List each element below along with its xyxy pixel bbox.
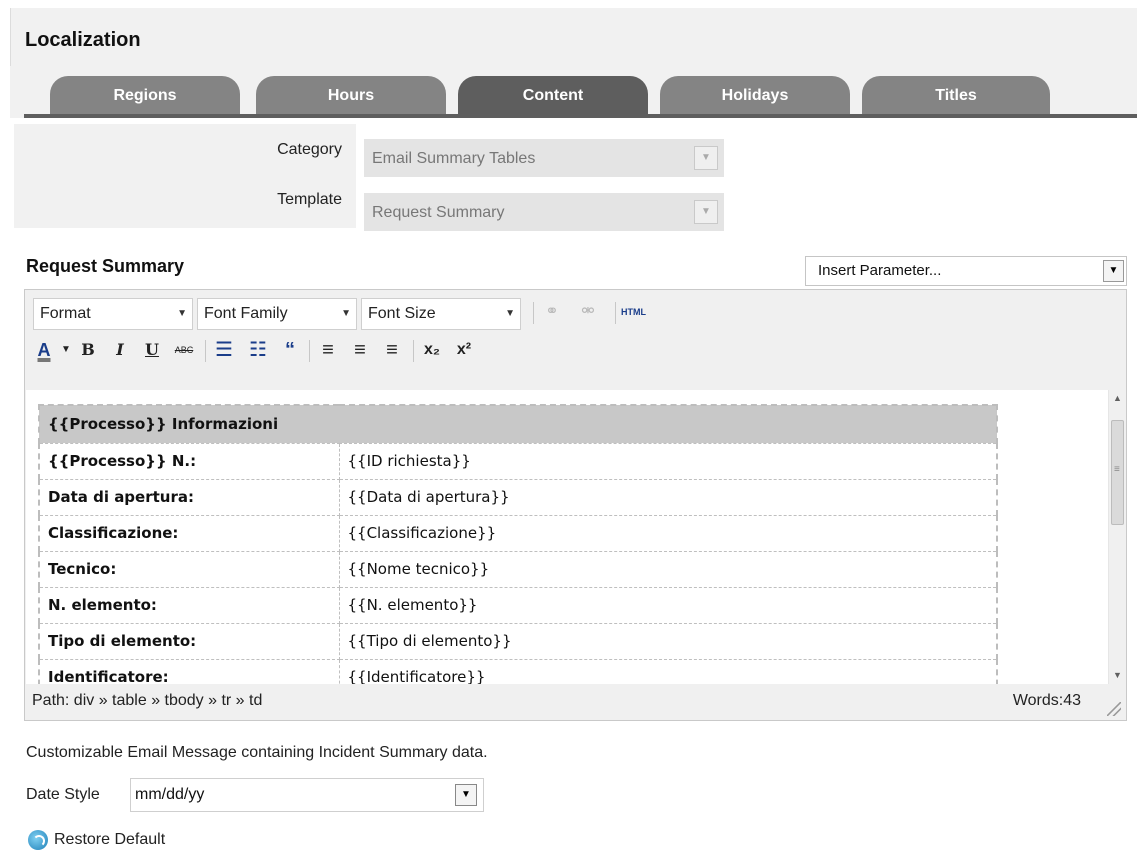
row-value[interactable]: {{ID richiesta}} [338, 442, 998, 480]
toolbar-separator [413, 340, 414, 362]
scroll-up-icon[interactable]: ▲ [1109, 390, 1125, 407]
strikethrough-icon[interactable]: ABC [173, 336, 195, 364]
row-label[interactable]: Tipo di elemento: [38, 622, 340, 660]
table-row: Tipo di elemento: {{Tipo di elemento}} [38, 622, 998, 660]
chevron-down-icon: ▼ [455, 784, 477, 806]
align-center-icon[interactable]: ≡ [349, 336, 371, 364]
toolbar-separator [205, 340, 206, 362]
superscript-icon[interactable]: x² [453, 336, 475, 364]
tab-holidays[interactable]: Holidays [660, 76, 850, 114]
toolbar-separator [615, 302, 616, 324]
editor-toolbar-row-2: A ▼ B I U ABC ☰ ☷ “ ≡ ≡ ≡ x₂ x² [33, 328, 1123, 364]
row-label[interactable]: Data di apertura: [38, 478, 340, 516]
tab-bar: Regions Hours Content Holidays Titles [10, 66, 1137, 118]
tab-regions[interactable]: Regions [50, 76, 240, 114]
link-icon[interactable]: ⚭ [541, 298, 563, 326]
row-label[interactable]: Tecnico: [38, 550, 340, 588]
template-select[interactable]: Request Summary ▼ [364, 193, 724, 231]
format-dropdown-label: Format [40, 305, 91, 322]
restore-default-label: Restore Default [54, 831, 166, 849]
rich-text-editor: Format ▼ Font Family ▼ Font Size ▼ ⚭ ⚮ H… [24, 289, 1127, 721]
table-row: Data di apertura: {{Data di apertura}} [38, 478, 998, 516]
underline-icon[interactable]: U [141, 336, 163, 364]
numbered-list-icon[interactable]: ☷ [247, 336, 269, 364]
editor-toolbar-row-1: Format ▼ Font Family ▼ Font Size ▼ ⚭ ⚮ H… [33, 290, 1123, 330]
tab-underline [24, 114, 1137, 118]
chevron-down-icon: ▼ [694, 200, 718, 224]
section-title: Request Summary [26, 256, 185, 276]
date-style-select[interactable]: mm/dd/yy ▼ [130, 778, 484, 812]
insert-parameter-select[interactable]: Insert Parameter... ▼ [805, 256, 1127, 286]
bold-icon[interactable]: B [77, 336, 99, 364]
tab-hours[interactable]: Hours [256, 76, 446, 114]
date-style-value: mm/dd/yy [135, 786, 205, 803]
row-value[interactable]: {{Nome tecnico}} [338, 550, 998, 588]
table-row: N. elemento: {{N. elemento}} [38, 586, 998, 624]
toolbar-separator [533, 302, 534, 324]
row-label[interactable]: Classificazione: [38, 514, 340, 552]
chevron-down-icon: ▼ [1103, 260, 1124, 282]
category-label: Category [277, 141, 342, 158]
editor-scrollbar[interactable]: ▲ ≡ ▼ [1108, 390, 1125, 684]
resize-handle-icon[interactable] [1107, 702, 1121, 716]
caret-down-icon: ▼ [177, 308, 187, 319]
tab-titles[interactable]: Titles [862, 76, 1050, 114]
summary-table: {{Processo}} Informazioni {{Processo}} N… [38, 404, 998, 684]
subscript-icon[interactable]: x₂ [421, 336, 443, 364]
category-select[interactable]: Email Summary Tables ▼ [364, 139, 724, 177]
template-select-value: Request Summary [372, 204, 505, 221]
table-row: Identificatore: {{Identificatore}} [38, 658, 998, 684]
scroll-down-icon[interactable]: ▼ [1109, 667, 1125, 684]
row-label[interactable]: {{Processo}} N.: [38, 442, 340, 480]
editor-content-area[interactable]: {{Processo}} Informazioni {{Processo}} N… [26, 390, 1125, 684]
table-header-row: {{Processo}} Informazioni [38, 404, 998, 444]
font-family-dropdown[interactable]: Font Family ▼ [197, 298, 357, 330]
scroll-thumb[interactable]: ≡ [1111, 420, 1124, 525]
align-right-icon[interactable]: ≡ [381, 336, 403, 364]
font-size-dropdown[interactable]: Font Size ▼ [361, 298, 521, 330]
date-style-label: Date Style [26, 786, 100, 803]
row-value[interactable]: {{Data di apertura}} [338, 478, 998, 516]
editor-status-bar: Path: div » table » tbody » tr » td Word… [26, 684, 1125, 720]
row-value[interactable]: {{Identificatore}} [338, 658, 998, 684]
restore-default-button[interactable]: Restore Default [28, 830, 165, 850]
table-row: Classificazione: {{Classificazione}} [38, 514, 998, 552]
table-header-cell[interactable]: {{Processo}} Informazioni [38, 404, 998, 444]
element-path: Path: div » table » tbody » tr » td [32, 692, 263, 709]
tab-content[interactable]: Content [458, 76, 648, 114]
row-value[interactable]: {{Tipo di elemento}} [338, 622, 998, 660]
grip-icon: ≡ [1114, 464, 1120, 475]
row-label[interactable]: Identificatore: [38, 658, 340, 684]
caret-down-icon: ▼ [505, 308, 515, 319]
template-description: Customizable Email Message containing In… [26, 744, 488, 761]
format-dropdown[interactable]: Format ▼ [33, 298, 193, 330]
row-label[interactable]: N. elemento: [38, 586, 340, 624]
font-family-dropdown-label: Font Family [204, 305, 288, 322]
font-color-icon[interactable]: A [33, 336, 55, 364]
template-label: Template [277, 191, 342, 208]
chevron-down-icon: ▼ [694, 146, 718, 170]
word-count: Words:43 [1012, 692, 1081, 709]
page-header: Localization [10, 8, 1137, 66]
caret-down-icon: ▼ [341, 308, 351, 319]
row-value[interactable]: {{Classificazione}} [338, 514, 998, 552]
unlink-icon[interactable]: ⚮ [577, 298, 599, 326]
page-title: Localization [25, 29, 141, 51]
align-left-icon[interactable]: ≡ [317, 336, 339, 364]
row-value[interactable]: {{N. elemento}} [338, 586, 998, 624]
form-label-column: Category Template [14, 124, 356, 228]
caret-down-icon[interactable]: ▼ [55, 336, 77, 364]
html-source-button[interactable]: HTML [621, 298, 646, 326]
italic-icon[interactable]: I [109, 336, 131, 364]
table-row: {{Processo}} N.: {{ID richiesta}} [38, 442, 998, 480]
restore-icon [28, 830, 48, 850]
insert-parameter-value: Insert Parameter... [818, 262, 942, 279]
toolbar-separator [309, 340, 310, 362]
category-select-value: Email Summary Tables [372, 150, 536, 167]
blockquote-icon[interactable]: “ [279, 336, 301, 364]
table-row: Tecnico: {{Nome tecnico}} [38, 550, 998, 588]
font-size-dropdown-label: Font Size [368, 305, 436, 322]
bullet-list-icon[interactable]: ☰ [213, 336, 235, 364]
